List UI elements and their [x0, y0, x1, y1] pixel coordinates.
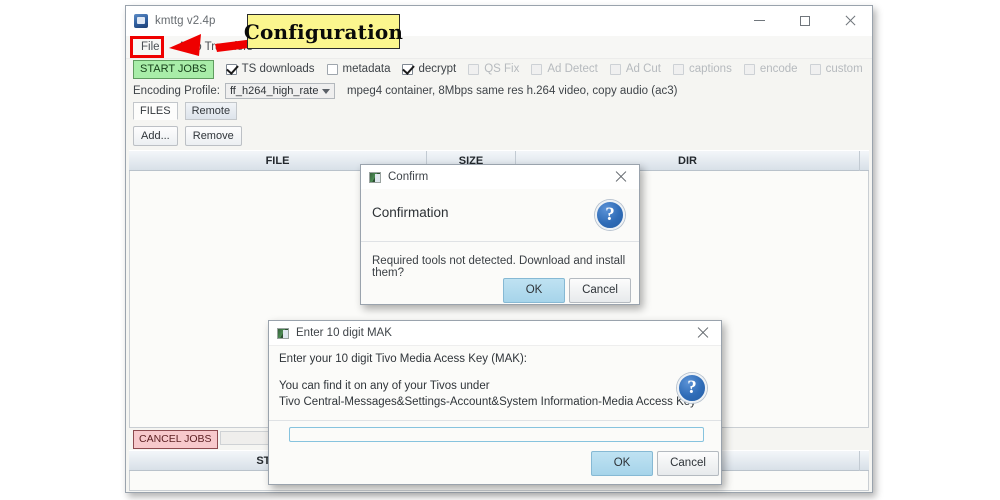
close-icon[interactable]	[685, 321, 721, 345]
confirm-ok-button[interactable]: OK	[503, 278, 565, 303]
checkbox-captions-box	[673, 63, 684, 75]
checkbox-ts-downloads[interactable]: TS downloads	[225, 63, 315, 75]
tab-files[interactable]: FILES	[133, 102, 178, 120]
checkbox-ad-cut: Ad Cut	[609, 63, 661, 75]
question-mark-icon: ?	[595, 200, 625, 230]
mak-input[interactable]	[289, 427, 704, 442]
add-button[interactable]: Add...	[133, 126, 178, 146]
checkbox-metadata-box[interactable]	[326, 63, 338, 75]
confirm-dialog-title: Confirm	[388, 171, 429, 183]
checkbox-qs-fix-box	[468, 63, 480, 75]
checkbox-ad-detect-box	[531, 63, 543, 75]
checkbox-qs-fix-label: QS Fix	[484, 63, 520, 75]
mak-dialog-line1: Enter your 10 digit Tivo Media Acess Key…	[279, 353, 527, 365]
dialog-window-icon	[277, 327, 289, 339]
annotation-configuration-callout: Configuration	[243, 14, 404, 49]
column-header-status-spacer-2	[860, 451, 869, 471]
checkbox-ad-cut-label: Ad Cut	[625, 63, 661, 75]
checkbox-custom-box	[809, 63, 821, 75]
annotation-configuration-text: Configuration	[243, 19, 404, 44]
file-action-buttons: Add... Remove	[126, 126, 242, 146]
confirm-cancel-button[interactable]: Cancel	[569, 278, 631, 303]
question-mark-icon: ?	[677, 373, 707, 403]
encoding-profile-row: Encoding Profile: ff_h264_high_rate mpeg…	[126, 80, 872, 102]
close-icon[interactable]	[827, 6, 872, 35]
confirm-dialog-heading: Confirmation	[372, 205, 449, 220]
mak-cancel-button[interactable]: Cancel	[657, 451, 719, 476]
confirm-dialog-titlebar: Confirm	[361, 165, 639, 190]
tab-remote[interactable]: Remote	[184, 102, 238, 120]
checkbox-custom-label: custom	[825, 63, 863, 75]
close-icon[interactable]	[603, 165, 639, 189]
mak-dialog-titlebar: Enter 10 digit MAK	[269, 321, 721, 346]
checkbox-encode-label: encode	[759, 63, 798, 75]
checkbox-ad-detect-label: Ad Detect	[547, 63, 598, 75]
chevron-down-icon	[321, 89, 330, 94]
encoding-profile-description: mpeg4 container, 8Mbps same res h.264 vi…	[346, 85, 678, 97]
column-header-spacer	[860, 151, 869, 171]
source-tabs: FILES Remote	[126, 102, 238, 120]
maximize-icon[interactable]	[782, 6, 827, 35]
checkbox-metadata[interactable]: metadata	[326, 63, 391, 75]
mak-dialog: Enter 10 digit MAK Enter your 10 digit T…	[268, 320, 722, 485]
checkbox-ts-downloads-label: TS downloads	[241, 63, 315, 75]
checkbox-qs-fix: QS Fix	[468, 63, 519, 75]
checkbox-captions: captions	[673, 63, 732, 75]
mak-dialog-divider	[269, 420, 721, 421]
start-jobs-button[interactable]: START JOBS	[133, 59, 214, 79]
checkbox-decrypt-box[interactable]	[402, 63, 414, 75]
checkbox-ad-cut-box	[609, 63, 621, 75]
jobs-toolbar: START JOBS TS downloads metadata decrypt…	[126, 58, 872, 80]
checkbox-encode: encode	[743, 63, 798, 75]
cancel-jobs-button[interactable]: CANCEL JOBS	[133, 430, 218, 449]
window-controls	[737, 6, 872, 35]
dialog-window-icon	[369, 171, 381, 183]
confirm-dialog-message: Required tools not detected. Download an…	[372, 255, 626, 279]
checkbox-captions-label: captions	[689, 63, 732, 75]
checkbox-encode-box	[743, 63, 755, 75]
mak-dialog-line3: Tivo Central-Messages&Settings-Account&S…	[279, 396, 696, 408]
minimize-icon[interactable]	[737, 6, 782, 35]
remove-button[interactable]: Remove	[184, 126, 242, 146]
checkbox-ad-detect: Ad Detect	[531, 63, 598, 75]
checkbox-ts-downloads-box[interactable]	[225, 63, 237, 75]
mak-dialog-line2: You can find it on any of your Tivos und…	[279, 380, 490, 392]
mak-dialog-title: Enter 10 digit MAK	[296, 327, 392, 339]
encoding-profile-value: ff_h264_high_rate	[229, 85, 319, 97]
checkbox-decrypt-label: decrypt	[418, 63, 457, 75]
mak-ok-button[interactable]: OK	[591, 451, 653, 476]
confirm-dialog-heading-area: Confirmation ?	[361, 189, 639, 242]
checkbox-custom: custom	[809, 63, 863, 75]
encoding-profile-label: Encoding Profile:	[133, 85, 220, 97]
encoding-profile-select[interactable]: ff_h264_high_rate	[224, 83, 335, 99]
tivo-app-icon	[134, 14, 148, 28]
checkbox-metadata-label: metadata	[342, 63, 391, 75]
checkbox-decrypt[interactable]: decrypt	[402, 63, 456, 75]
